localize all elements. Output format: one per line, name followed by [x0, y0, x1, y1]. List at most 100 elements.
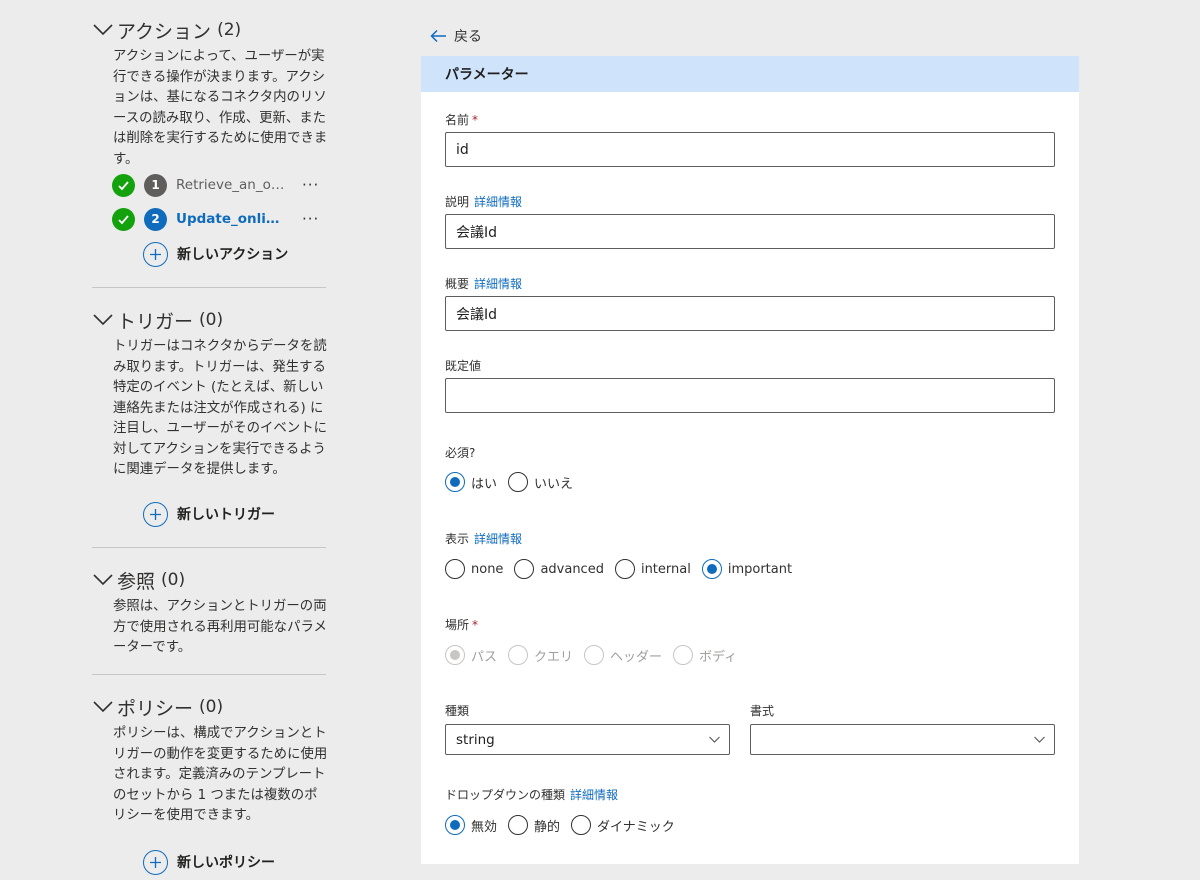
chevron-down-icon	[708, 733, 721, 746]
chevron-down-icon	[93, 314, 113, 326]
triggers-count: (0)	[199, 310, 224, 330]
action-item[interactable]: 1 Retrieve_an_onl... ···	[112, 172, 322, 198]
radio-circle	[673, 645, 694, 665]
checkmark-icon	[112, 207, 135, 231]
new-policy-button[interactable]: 新しいポリシー	[143, 849, 275, 875]
chevron-down-icon	[93, 701, 113, 713]
radio-label: ボディ	[699, 649, 738, 665]
dropdown-type-label: ドロップダウンの種類 詳細情報	[445, 786, 618, 803]
description-input[interactable]: 会議Id	[445, 214, 1055, 249]
references-title: 参照	[117, 570, 156, 593]
location-path-radio: パス	[445, 645, 497, 665]
radio-label: ヘッダー	[610, 649, 663, 665]
dropdown-learn-more-link[interactable]: 詳細情報	[570, 788, 618, 802]
required-no-radio[interactable]: いいえ	[508, 472, 573, 492]
type-dropdown[interactable]: string	[445, 724, 730, 755]
visibility-learn-more-link[interactable]: 詳細情報	[474, 532, 522, 546]
required-yes-radio[interactable]: はい	[445, 472, 497, 492]
policies-title: ポリシー	[117, 697, 194, 720]
action-name[interactable]: Retrieve_an_onl...	[176, 177, 288, 193]
location-header-radio: ヘッダー	[584, 645, 662, 665]
dropdown-disabled-radio[interactable]: 無効	[445, 815, 497, 835]
new-policy-label: 新しいポリシー	[177, 855, 275, 871]
chevron-down-icon	[1033, 733, 1046, 746]
description-learn-more-link[interactable]: 詳細情報	[474, 195, 522, 209]
radio-circle	[508, 645, 529, 665]
more-options-icon[interactable]: ···	[302, 176, 319, 194]
visibility-important-radio[interactable]: important	[701, 559, 793, 579]
radio-label: クエリ	[534, 649, 574, 665]
action-name[interactable]: Update_onlin...	[176, 211, 288, 227]
radio-circle	[508, 815, 529, 835]
chevron-down-icon	[93, 574, 113, 586]
radio-circle	[445, 815, 465, 835]
name-label: 名前 *	[445, 111, 478, 128]
summary-label: 概要 詳細情報	[445, 275, 522, 292]
references-header[interactable]: 参照 (0)	[92, 565, 326, 595]
visibility-label-text: 表示	[445, 532, 470, 546]
required-label: 必須?	[445, 446, 476, 460]
new-action-label: 新しいアクション	[177, 247, 289, 263]
radio-label: advanced	[540, 561, 604, 577]
format-label: 書式	[750, 704, 775, 718]
summary-learn-more-link[interactable]: 詳細情報	[474, 277, 522, 291]
back-link[interactable]: 戻る	[430, 26, 482, 46]
dropdown-dynamic-radio[interactable]: ダイナミック	[571, 815, 675, 835]
format-dropdown[interactable]	[750, 724, 1055, 755]
radio-label: important	[727, 561, 793, 577]
new-trigger-label: 新しいトリガー	[177, 507, 275, 523]
policies-header[interactable]: ポリシー (0)	[92, 692, 326, 722]
visibility-none-radio[interactable]: none	[445, 559, 503, 579]
summary-input[interactable]: 会議Id	[445, 296, 1055, 331]
radio-circle	[445, 472, 465, 492]
triggers-title: トリガー	[117, 310, 194, 333]
radio-circle	[584, 645, 605, 665]
required-radio-group: はい いいえ	[445, 472, 584, 492]
visibility-advanced-radio[interactable]: advanced	[514, 559, 604, 579]
name-input[interactable]: id	[445, 132, 1055, 167]
triggers-section: トリガー (0) トリガーはコネクタからデータを読み取ります。トリガーは、発生す…	[92, 305, 327, 481]
new-trigger-button[interactable]: 新しいトリガー	[143, 501, 275, 527]
actions-title: アクション	[117, 20, 212, 43]
radio-circle	[514, 559, 535, 579]
visibility-radio-group: none advanced internal important	[445, 559, 803, 579]
action-item-active[interactable]: 2 Update_onlin... ···	[112, 206, 322, 232]
radio-label: none	[471, 561, 504, 577]
radio-circle	[445, 559, 465, 579]
dropdown-type-label-text: ドロップダウンの種類	[445, 788, 566, 802]
references-count: (0)	[161, 570, 186, 590]
radio-circle	[445, 645, 465, 665]
action-number-badge: 2	[144, 207, 167, 231]
triggers-header[interactable]: トリガー (0)	[92, 305, 326, 335]
divider	[92, 287, 326, 288]
plus-icon	[143, 849, 168, 875]
more-options-icon[interactable]: ···	[302, 210, 319, 228]
radio-label: ダイナミック	[597, 819, 675, 835]
actions-description: アクションによって、ユーザーが実行できる操作が決まります。アクションは、基になる…	[113, 49, 328, 167]
dropdown-type-radio-group: 無効 静的 ダイナミック	[445, 815, 686, 835]
radio-circle	[614, 559, 635, 579]
required-marker: *	[472, 113, 479, 127]
radio-circle	[508, 472, 529, 492]
parameter-panel: パラメーター 名前 * id 説明 詳細情報 会議Id 概要 詳細情報 会議Id 既定…	[421, 56, 1079, 864]
plus-icon	[143, 241, 168, 267]
description-label: 説明 詳細情報	[445, 193, 522, 210]
visibility-internal-radio[interactable]: internal	[614, 559, 691, 579]
sidebar: アクション (2) アクションによって、ユーザーが実行できる操作が決まります。ア…	[0, 0, 340, 880]
actions-header[interactable]: アクション (2)	[92, 15, 326, 45]
checkmark-icon	[112, 173, 135, 197]
default-value-input[interactable]	[445, 378, 1055, 413]
back-arrow-icon	[430, 29, 447, 43]
action-number-badge: 1	[144, 173, 167, 197]
description-label-text: 説明	[445, 195, 470, 209]
back-label: 戻る	[454, 29, 482, 45]
radio-label: はい	[471, 476, 498, 492]
panel-title: パラメーター	[421, 56, 1079, 92]
radio-label: パス	[471, 649, 498, 665]
name-label-text: 名前	[445, 113, 470, 127]
dropdown-static-radio[interactable]: 静的	[508, 815, 560, 835]
plus-icon	[143, 501, 168, 527]
actions-count: (2)	[217, 20, 242, 40]
type-value: string	[456, 731, 495, 748]
new-action-button[interactable]: 新しいアクション	[143, 241, 288, 267]
